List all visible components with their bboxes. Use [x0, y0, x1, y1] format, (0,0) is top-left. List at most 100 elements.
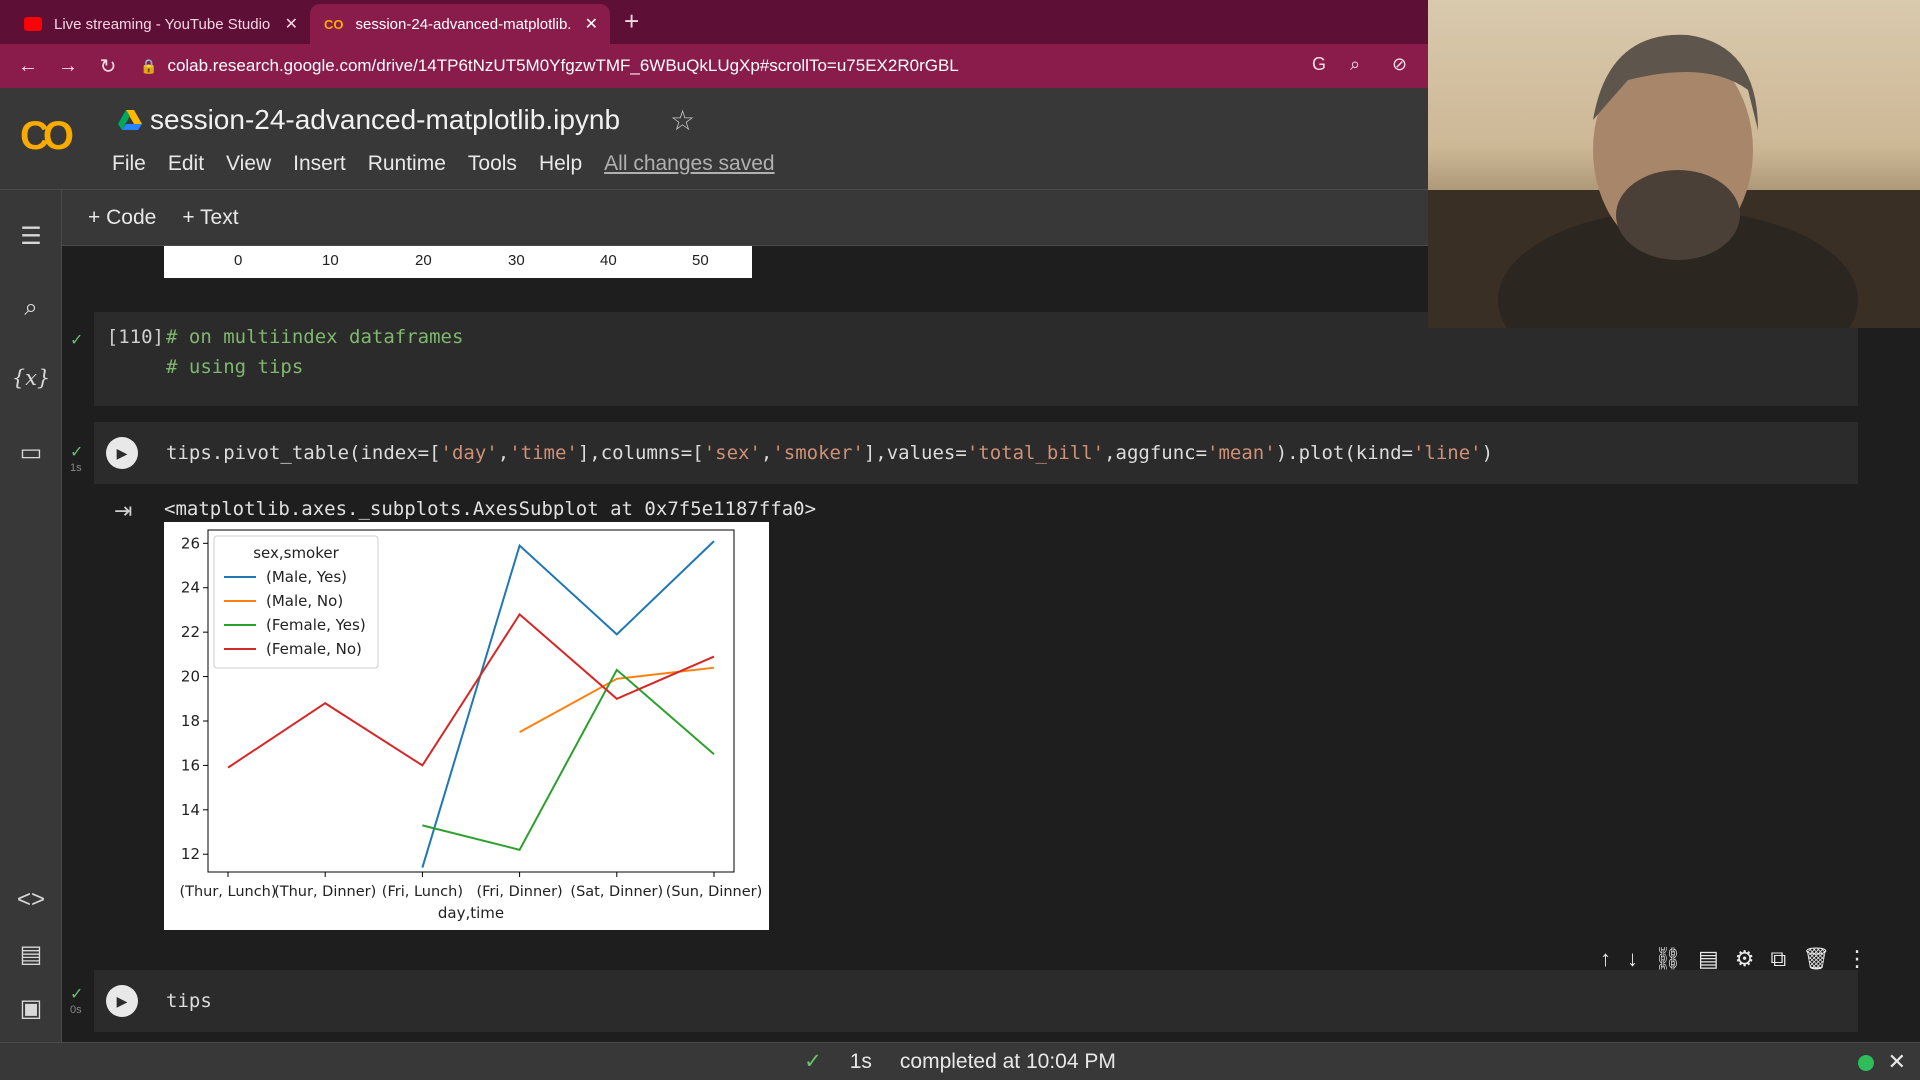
code-token: ).plot(kind=: [1275, 442, 1413, 464]
tab-youtube-studio[interactable]: Live streaming - YouTube Studio ✕: [10, 4, 310, 44]
presenter-video: [1428, 34, 1920, 328]
x-tick-label: 0: [234, 252, 243, 269]
close-icon[interactable]: ✕: [1888, 1049, 1906, 1075]
code-token: ],values=: [863, 442, 967, 464]
code-token: ],columns=[: [577, 442, 704, 464]
search-icon[interactable]: ⌕: [0, 294, 62, 322]
link-icon[interactable]: ⛓: [1654, 946, 1682, 972]
y-tick-label: 24: [181, 579, 200, 597]
delete-icon[interactable]: 🗑: [1802, 946, 1830, 972]
x-tick-label: 30: [508, 252, 525, 269]
legend-entry: (Female, No): [266, 640, 362, 658]
plus-icon: +: [88, 205, 107, 229]
code-token: 'time': [509, 442, 578, 464]
notebook-area: 0 10 20 30 40 50 ✓ [110] # on multiindex…: [62, 246, 1920, 1042]
back-icon[interactable]: ←: [8, 55, 48, 78]
x-tick-label: 40: [600, 252, 617, 269]
reload-icon[interactable]: ↻: [88, 54, 128, 79]
add-text-label: Text: [200, 205, 239, 229]
code-token: 'sex': [703, 442, 761, 464]
code-line[interactable]: # using tips: [166, 356, 303, 378]
legend-entry: (Male, No): [266, 592, 343, 610]
code-cell[interactable]: ▶ tips.pivot_table(index=['day','time'],…: [94, 422, 1858, 484]
gear-icon[interactable]: ⚙: [1735, 946, 1755, 972]
table-of-contents-icon[interactable]: ☰: [0, 222, 62, 251]
executed-check-icon: ✓: [70, 986, 84, 1003]
tab-title: Live streaming - YouTube Studio: [54, 15, 271, 33]
forward-icon[interactable]: →: [48, 55, 88, 78]
lock-icon: 🔒: [140, 57, 158, 74]
y-tick-label: 12: [181, 845, 200, 863]
x-tick-label: (Fri, Dinner): [476, 884, 562, 900]
check-icon: ✓: [804, 1050, 822, 1073]
url-field[interactable]: 🔒 colab.research.google.com/drive/14TP6t…: [140, 49, 1416, 83]
mirror-cell-icon[interactable]: ⧉: [1770, 946, 1786, 972]
y-tick-label: 18: [181, 712, 200, 730]
command-palette-icon[interactable]: ▤: [0, 940, 62, 969]
y-tick-label: 22: [181, 623, 200, 641]
save-status[interactable]: All changes saved: [604, 152, 774, 176]
drive-icon[interactable]: [118, 110, 142, 130]
runtime-status-dot[interactable]: [1858, 1055, 1874, 1071]
browser-tab-bar: Live streaming - YouTube Studio ✕ CO ses…: [0, 0, 1428, 44]
close-icon[interactable]: ✕: [285, 14, 298, 34]
folder-icon[interactable]: ▭: [0, 438, 62, 467]
legend-entry: (Male, Yes): [266, 568, 347, 586]
add-text-button[interactable]: + Text: [182, 206, 238, 230]
move-up-icon[interactable]: ↑: [1600, 946, 1611, 972]
comment-icon[interactable]: ▤: [1698, 946, 1719, 972]
new-tab-button[interactable]: +: [624, 6, 639, 37]
menu-edit[interactable]: Edit: [168, 152, 204, 176]
execution-duration: 1s: [849, 1049, 872, 1073]
x-tick-label: (Sun, Dinner): [666, 884, 763, 900]
more-options-icon[interactable]: ⋮: [1846, 946, 1868, 972]
tab-title: session-24-advanced-matplotlib.: [355, 15, 572, 33]
code-token: ,aggfunc=: [1104, 442, 1208, 464]
code-line[interactable]: tips.pivot_table(index=['day','time'],co…: [166, 442, 1493, 464]
notebook-title[interactable]: session-24-advanced-matplotlib.ipynb: [150, 104, 620, 136]
terminal-icon[interactable]: ▣: [0, 994, 62, 1023]
menu-file[interactable]: File: [112, 152, 146, 176]
menu-tools[interactable]: Tools: [468, 152, 517, 176]
play-icon: ▶: [116, 444, 128, 461]
youtube-icon: [24, 17, 42, 31]
colab-header: CO session-24-advanced-matplotlib.ipynb …: [0, 88, 1428, 190]
code-line[interactable]: # on multiindex dataframes: [166, 326, 463, 348]
y-tick-label: 14: [181, 801, 200, 819]
y-tick-label: 26: [181, 534, 200, 552]
add-code-button[interactable]: + Code: [88, 206, 156, 230]
code-line[interactable]: tips: [166, 990, 212, 1012]
x-tick-label: (Thur, Dinner): [274, 884, 376, 900]
eye-off-icon[interactable]: ⊘: [1392, 54, 1407, 75]
zoom-icon[interactable]: ⌕: [1350, 54, 1360, 75]
add-code-label: Code: [106, 205, 157, 229]
y-tick-label: 20: [181, 668, 200, 686]
code-cell[interactable]: ▶ tips: [94, 970, 1858, 1032]
run-cell-button[interactable]: ▶: [106, 437, 138, 469]
code-token: ,: [760, 442, 773, 464]
colab-logo[interactable]: CO: [20, 114, 74, 159]
star-icon[interactable]: ☆: [670, 104, 695, 137]
code-token: ,: [497, 442, 510, 464]
code-token: 'line': [1412, 442, 1482, 464]
run-cell-button[interactable]: ▶: [106, 985, 138, 1017]
move-down-icon[interactable]: ↓: [1627, 946, 1638, 972]
notebook-toolbar: + Code + Text: [62, 190, 1428, 246]
menu-help[interactable]: Help: [539, 152, 582, 176]
code-token: 'smoker': [772, 442, 864, 464]
output-redirect-icon[interactable]: ⇥: [114, 498, 132, 524]
code-snippets-icon[interactable]: <>: [0, 886, 62, 914]
exec-time: 1s: [70, 462, 82, 474]
address-bar: ← → ↻ 🔒 colab.research.google.com/drive/…: [0, 44, 1428, 88]
x-tick-label: (Sat, Dinner): [570, 884, 663, 900]
close-icon[interactable]: ✕: [585, 14, 598, 34]
google-icon[interactable]: G: [1312, 54, 1326, 75]
menu-insert[interactable]: Insert: [293, 152, 346, 176]
menu-runtime[interactable]: Runtime: [368, 152, 446, 176]
plus-icon: +: [182, 205, 201, 229]
variables-icon[interactable]: {x}: [0, 366, 62, 390]
executed-check-icon: ✓: [70, 444, 84, 461]
menu-view[interactable]: View: [226, 152, 271, 176]
tab-colab-notebook[interactable]: CO session-24-advanced-matplotlib. ✕: [310, 4, 610, 44]
x-tick-label: 20: [415, 252, 432, 269]
